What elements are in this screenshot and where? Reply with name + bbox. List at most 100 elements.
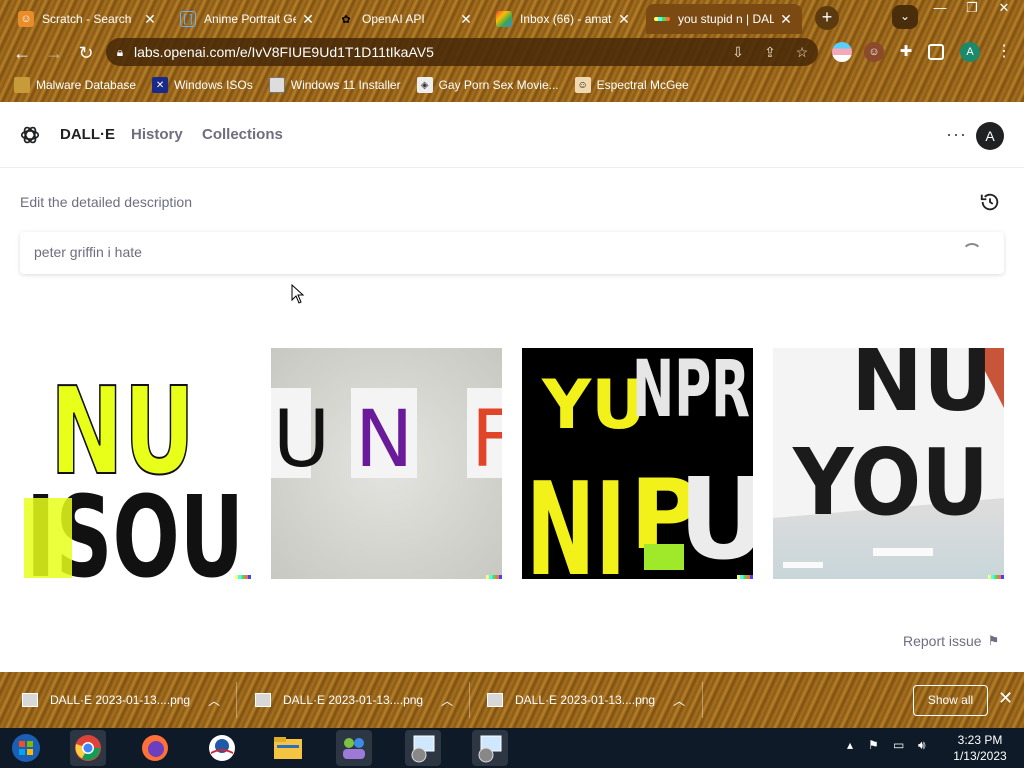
taskbar-app-people[interactable] xyxy=(336,730,372,766)
close-icon[interactable]: ✕ xyxy=(616,11,632,28)
generated-image-2[interactable]: U N F xyxy=(271,348,502,579)
reload-button[interactable]: ↻ xyxy=(73,40,99,66)
user-avatar[interactable]: A xyxy=(976,122,1004,150)
bookmark-label: Malware Database xyxy=(36,78,137,92)
prompt-input[interactable] xyxy=(34,244,894,260)
history-icon[interactable] xyxy=(979,191,1001,213)
gmail-icon xyxy=(496,11,512,27)
loading-spinner-icon xyxy=(962,243,982,263)
extensions-puzzle-icon[interactable]: ✚ xyxy=(896,42,916,62)
more-options-button[interactable]: ··· xyxy=(946,124,967,145)
browser-toolbar: ← → ↻ 🔒︎ labs.openai.com/e/IvV8FIUE9Ud1T… xyxy=(0,34,1024,70)
computer-icon xyxy=(411,735,435,763)
taskbar-remote-desktop-1[interactable] xyxy=(405,730,441,766)
tab-inbox[interactable]: Inbox (66) - amat ✕ xyxy=(488,4,640,34)
avatar-extension-icon[interactable]: ☺ xyxy=(864,42,884,62)
tab-anime-portrait[interactable]: [ ] Anime Portrait Ge ✕ xyxy=(172,4,324,34)
taskbar-file-explorer[interactable] xyxy=(270,730,306,766)
bookmark-gay-porn[interactable]: ◈ Gay Porn Sex Movie... xyxy=(416,77,559,93)
action-center-flag-icon[interactable]: ⚑ xyxy=(868,738,879,752)
bookmark-label: Espectral McGee xyxy=(596,78,689,92)
dalle-icon xyxy=(654,17,670,21)
chevron-up-icon[interactable]: ︿ xyxy=(208,692,220,709)
bookmark-malware-database[interactable]: Malware Database xyxy=(14,77,136,93)
nav-history[interactable]: History xyxy=(131,126,183,143)
network-icon[interactable]: ▭ xyxy=(893,738,904,752)
address-bar[interactable]: 🔒︎ labs.openai.com/e/IvV8FIUE9Ud1T1D11tI… xyxy=(106,38,818,66)
taskbar-firefox[interactable] xyxy=(137,730,173,766)
side-panel-icon[interactable] xyxy=(928,44,944,60)
chevron-up-icon[interactable]: ▴ xyxy=(847,738,853,752)
close-shelf-icon[interactable]: ✕ xyxy=(998,688,1013,709)
chrome-icon xyxy=(75,735,101,761)
tab-title: you stupid n | DAL xyxy=(678,12,774,26)
tab-dalle[interactable]: you stupid n | DAL ✕ xyxy=(646,4,802,34)
tab-scratch-search[interactable]: ☺ Scratch - Search ✕ xyxy=(10,4,166,34)
minimize-button[interactable]: — xyxy=(924,0,956,18)
divider xyxy=(702,682,703,718)
chevron-up-icon[interactable]: ︿ xyxy=(441,692,453,709)
dalle-signature xyxy=(235,575,251,579)
tab-openai-api[interactable]: ✿ OpenAI API ✕ xyxy=(330,4,482,34)
image-file-icon xyxy=(487,693,503,707)
generated-image-3[interactable]: YU NPR NI P U xyxy=(522,348,753,579)
image-text-line-1: U xyxy=(273,395,330,485)
bookmark-label: Windows ISOs xyxy=(174,78,253,92)
close-icon[interactable]: ✕ xyxy=(778,11,794,28)
bookmark-espectral-mcgee[interactable]: ☺ Espectral McGee xyxy=(574,77,689,93)
bookmark-windows-11-installer[interactable]: Windows 11 Installer xyxy=(268,77,401,93)
clock-time: 3:23 PM xyxy=(957,733,1003,747)
image-text-line-1: NU xyxy=(851,348,993,431)
close-icon[interactable]: ✕ xyxy=(458,11,474,28)
prompt-box[interactable] xyxy=(20,232,1004,274)
bookmark-label: Gay Porn Sex Movie... xyxy=(438,78,559,92)
dalle-signature xyxy=(486,575,502,579)
lock-icon[interactable]: 🔒︎ xyxy=(106,45,134,60)
show-all-button[interactable]: Show all xyxy=(913,685,988,716)
dalle-page: DALL·E History Collections ··· A Edit th… xyxy=(0,102,1024,672)
new-tab-button[interactable]: + xyxy=(815,6,839,30)
menu-kebab-icon[interactable]: ⋮ xyxy=(994,42,1014,62)
image-text-line-3: F xyxy=(471,395,502,485)
download-item-3[interactable]: DALL·E 2023-01-13....png ︿ xyxy=(487,672,685,728)
report-issue-button[interactable]: Report issue ⚑ xyxy=(903,633,999,649)
openai-logo-icon[interactable] xyxy=(19,124,41,146)
tab-title: OpenAI API xyxy=(362,12,425,26)
report-issue-label: Report issue xyxy=(903,633,982,649)
download-item-1[interactable]: DALL·E 2023-01-13....png ︿ xyxy=(22,672,220,728)
forward-button[interactable]: → xyxy=(41,40,67,66)
brand-dalle[interactable]: DALL·E xyxy=(60,126,115,143)
taskbar-chrome[interactable] xyxy=(70,730,106,766)
profile-avatar[interactable]: A xyxy=(960,42,980,62)
browser-chrome: ☺ Scratch - Search ✕ [ ] Anime Portrait … xyxy=(0,0,1024,102)
close-window-button[interactable]: ✕ xyxy=(988,0,1020,18)
generated-image-4[interactable]: NU YOU xyxy=(773,348,1004,579)
generated-image-1[interactable]: NU ISOU xyxy=(20,348,251,579)
image-art: NU ISOU xyxy=(24,362,244,579)
description-label: Edit the detailed description xyxy=(20,194,192,210)
nav-collections[interactable]: Collections xyxy=(202,126,283,143)
tab-title: Inbox (66) - amat xyxy=(520,12,612,26)
back-button[interactable]: ← xyxy=(9,40,35,66)
divider xyxy=(469,682,470,718)
bookmark-star-icon[interactable]: ☆ xyxy=(786,44,818,61)
system-clock[interactable]: 3:23 PM 1/13/2023 xyxy=(948,732,1012,764)
restore-button[interactable]: ❐ xyxy=(956,0,988,18)
url-text[interactable]: labs.openai.com/e/IvV8FIUE9Ud1T1D11tIkaA… xyxy=(134,44,722,60)
start-button[interactable] xyxy=(8,730,44,766)
download-item-2[interactable]: DALL·E 2023-01-13....png ︿ xyxy=(255,672,453,728)
download-filename: DALL·E 2023-01-13....png xyxy=(50,693,191,707)
close-icon[interactable]: ✕ xyxy=(142,11,158,28)
tab-search-button[interactable]: ⌄ xyxy=(892,5,918,29)
taskbar-obama-app[interactable] xyxy=(204,730,240,766)
taskbar-remote-desktop-2[interactable] xyxy=(472,730,508,766)
chevron-up-icon[interactable]: ︿ xyxy=(673,692,685,709)
bookmark-windows-isos[interactable]: ✕ Windows ISOs xyxy=(152,77,253,93)
close-icon[interactable]: ✕ xyxy=(300,11,316,28)
app-header: DALL·E History Collections ··· A xyxy=(0,102,1024,168)
install-icon[interactable]: ⇩ xyxy=(722,44,754,61)
flag-extension-icon[interactable] xyxy=(832,42,852,62)
volume-icon[interactable]: 🔊︎ xyxy=(918,738,926,753)
share-icon[interactable]: ⇪ xyxy=(754,44,786,61)
image-text-line-1: YU xyxy=(541,366,646,445)
